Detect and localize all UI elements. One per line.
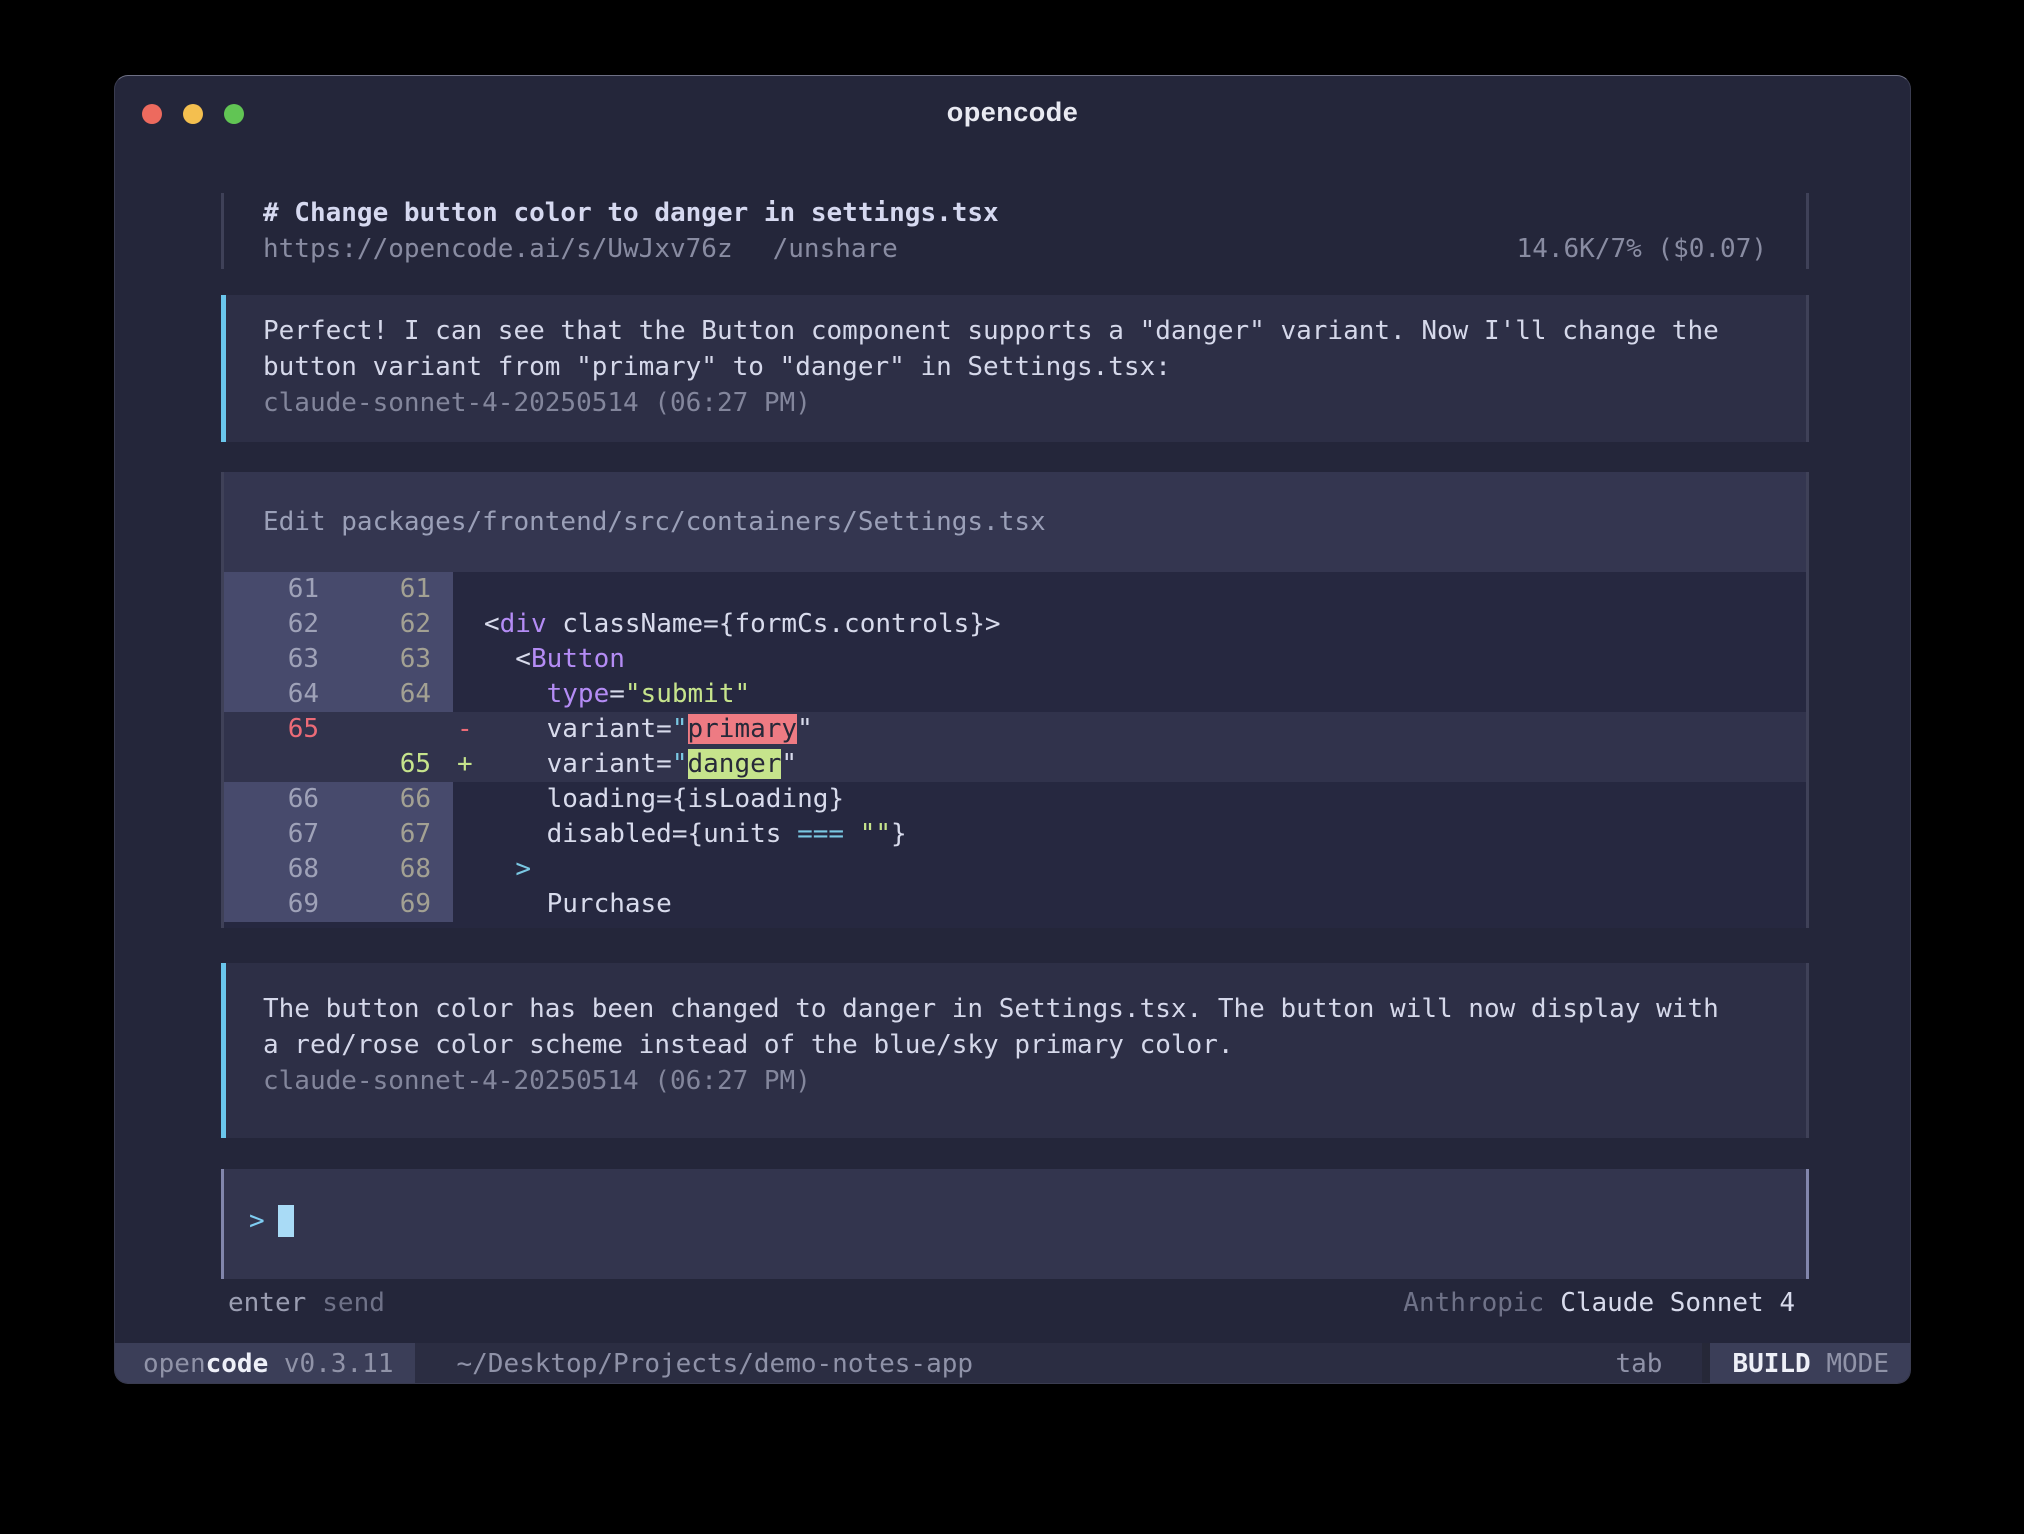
app-name-bold: code: [206, 1349, 269, 1379]
code-line: <div className={formCs.controls}>: [484, 607, 1806, 642]
title-bar: opencode: [115, 76, 1910, 142]
session-header: # Change button color to danger in setti…: [221, 193, 1809, 269]
new-line-number: 66: [341, 782, 453, 817]
diff-marker: [453, 642, 484, 677]
diff-row: 6868 >: [224, 852, 1806, 887]
diff-row: 6262 <div className={formCs.controls}>: [224, 607, 1806, 642]
assistant-message: The button color has been changed to dan…: [221, 963, 1809, 1138]
mode-segment[interactable]: BUILD MODE: [1710, 1343, 1910, 1384]
input-hint-row: enter send Anthropic Claude Sonnet 4: [228, 1286, 1795, 1320]
edit-tool-call: Edit packages/frontend/src/containers/Se…: [221, 472, 1809, 928]
tab-key-hint[interactable]: tab: [1615, 1343, 1662, 1384]
new-line-number: 62: [341, 607, 453, 642]
message-model-meta: claude-sonnet-4-20250514 (06:27 PM): [263, 1063, 1776, 1099]
diff-marker: [453, 677, 484, 712]
text-cursor: [278, 1205, 294, 1237]
share-url[interactable]: https://opencode.ai/s/UwJxv76z: [263, 234, 733, 264]
new-line-number: 68: [341, 852, 453, 887]
new-line-number: 67: [341, 817, 453, 852]
mode-rest: MODE: [1826, 1349, 1889, 1379]
diff-row: 65+ variant="danger": [224, 747, 1806, 782]
code-line: disabled={units === ""}: [484, 817, 1806, 852]
new-line-number: 69: [341, 887, 453, 922]
diff-marker: [453, 817, 484, 852]
diff-marker: [453, 607, 484, 642]
status-bar: opencode v0.3.11 ~/Desktop/Projects/demo…: [115, 1343, 1910, 1384]
old-line-number: 66: [224, 782, 341, 817]
code-line: loading={isLoading}: [484, 782, 1806, 817]
message-line: a red/rose color scheme instead of the b…: [263, 1027, 1776, 1063]
new-line-number: [341, 712, 453, 747]
assistant-message: Perfect! I can see that the Button compo…: [221, 295, 1809, 442]
mode-bold: BUILD: [1732, 1349, 1810, 1379]
app-version: v0.3.11: [284, 1349, 394, 1379]
enter-key-hint: enter: [228, 1286, 306, 1320]
chat-input[interactable]: >: [221, 1169, 1809, 1279]
diff-view: 6161 6262 <div className={formCs.control…: [224, 572, 1806, 922]
app-name-normal: open: [143, 1349, 206, 1379]
model-provider: Anthropic: [1403, 1286, 1544, 1320]
old-line-number: 69: [224, 887, 341, 922]
old-line-number: 63: [224, 642, 341, 677]
old-line-number: 62: [224, 607, 341, 642]
new-line-number: 64: [341, 677, 453, 712]
diff-row: 65 - variant="primary": [224, 712, 1806, 747]
old-line-number: 67: [224, 817, 341, 852]
app-version-segment: opencode v0.3.11: [115, 1343, 415, 1384]
old-line-number: 64: [224, 677, 341, 712]
diff-row: 6666 loading={isLoading}: [224, 782, 1806, 817]
unshare-command[interactable]: /unshare: [773, 234, 898, 264]
old-line-number: [224, 747, 341, 782]
prompt-chevron: >: [249, 1206, 265, 1236]
diff-marker: +: [453, 747, 484, 782]
context-token-stats: 14.6K/7% ($0.07): [1517, 231, 1767, 267]
message-model-meta: claude-sonnet-4-20250514 (06:27 PM): [263, 385, 1776, 421]
status-divider: [1702, 1343, 1710, 1384]
send-action-hint: send: [322, 1286, 385, 1320]
opencode-window: opencode # Change button color to danger…: [114, 75, 1911, 1384]
old-line-number: 68: [224, 852, 341, 887]
code-line: [484, 572, 1806, 607]
session-title: # Change button color to danger in setti…: [263, 195, 1806, 231]
model-name: Claude Sonnet 4: [1560, 1286, 1795, 1320]
code-line: variant="primary": [484, 712, 1806, 747]
diff-marker: [453, 852, 484, 887]
new-line-number: 65: [341, 747, 453, 782]
diff-row: 6161: [224, 572, 1806, 607]
new-line-number: 61: [341, 572, 453, 607]
diff-marker: [453, 887, 484, 922]
new-line-number: 63: [341, 642, 453, 677]
edit-tool-title: Edit packages/frontend/src/containers/Se…: [224, 472, 1806, 572]
diff-marker: [453, 782, 484, 817]
message-line: Perfect! I can see that the Button compo…: [263, 313, 1776, 349]
diff-row: 6767 disabled={units === ""}: [224, 817, 1806, 852]
working-directory: ~/Desktop/Projects/demo-notes-app: [456, 1343, 973, 1384]
message-line: The button color has been changed to dan…: [263, 991, 1776, 1027]
code-line: variant="danger": [484, 747, 1806, 782]
code-line: >: [484, 852, 1806, 887]
message-line: button variant from "primary" to "danger…: [263, 349, 1776, 385]
old-line-number: 65: [224, 712, 341, 747]
diff-marker: [453, 572, 484, 607]
diff-row: 6363 <Button: [224, 642, 1806, 677]
diff-row: 6464 type="submit": [224, 677, 1806, 712]
code-line: <Button: [484, 642, 1806, 677]
diff-row: 6969 Purchase: [224, 887, 1806, 922]
code-line: Purchase: [484, 887, 1806, 922]
old-line-number: 61: [224, 572, 341, 607]
code-line: type="submit": [484, 677, 1806, 712]
diff-marker: -: [453, 712, 484, 747]
window-title: opencode: [115, 97, 1910, 128]
